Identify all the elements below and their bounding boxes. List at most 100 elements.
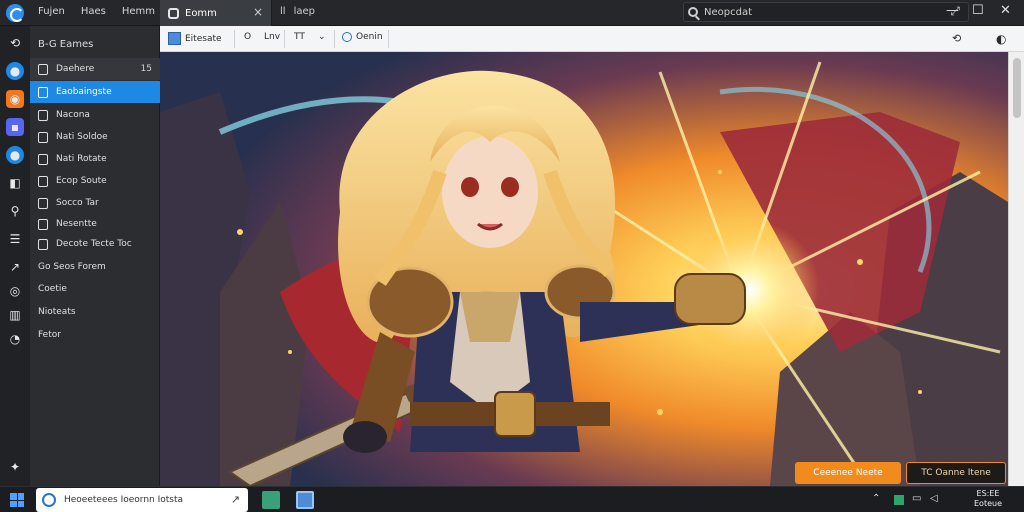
chat-icon[interactable]: ▪	[6, 118, 24, 136]
close-window-button[interactable]: ✕	[1000, 3, 1011, 18]
sync-icon[interactable]: ●	[6, 146, 24, 164]
taskbar-search-input[interactable]: Heoeeteees Ioeornn Iotsta ↗	[36, 488, 248, 512]
search-rail-icon[interactable]: ⚲	[6, 202, 24, 220]
browser-icon[interactable]: ●	[6, 62, 24, 80]
cortana-icon	[42, 493, 56, 507]
volume-icon[interactable]: ◁	[930, 493, 938, 504]
toolbar-button[interactable]: O	[244, 32, 251, 42]
tab-label: Eomm	[185, 7, 217, 19]
secondary-action-button[interactable]: TC Oanne Itene	[906, 462, 1006, 484]
taskbar-app-icon[interactable]	[262, 491, 280, 509]
globe-icon	[342, 32, 352, 42]
palette-icon[interactable]: ◔	[6, 330, 24, 348]
toolbar-button[interactable]: Lnv	[264, 32, 280, 42]
toolbar-divider	[388, 30, 389, 48]
tab-active[interactable]: Eomm ×	[160, 0, 272, 26]
minimize-button[interactable]: —	[946, 3, 959, 18]
anime-warrior-illustration	[160, 52, 1008, 486]
refresh-icon[interactable]: ⟲	[952, 32, 961, 45]
toolbar-button[interactable]: Oenin	[342, 32, 383, 42]
sidebar-item-label: Decote Tecte Toc	[56, 239, 132, 249]
sidebar-item[interactable]: Nacona	[30, 104, 160, 126]
artwork-canvas	[160, 52, 1008, 486]
toolbar-divider	[234, 30, 235, 48]
menu-item[interactable]: Fujen	[38, 6, 65, 17]
tab-secondary[interactable]: ll laep	[280, 6, 315, 17]
file-icon	[38, 238, 48, 250]
app-logo-icon	[6, 4, 24, 22]
sidebar-item[interactable]: Socco Tar	[30, 192, 160, 214]
sidebar-item-selected[interactable]: Eaobaingste	[30, 81, 160, 103]
system-clock[interactable]: ES:EE Eoteue	[958, 489, 1018, 509]
home-icon[interactable]: ⟲	[6, 34, 24, 52]
library-icon[interactable]: ▥	[6, 306, 24, 324]
search-value: Neopcdat	[704, 6, 752, 18]
toolbar-button[interactable]: TT	[294, 32, 305, 42]
file-icon	[38, 218, 48, 230]
windows-start-icon[interactable]	[10, 493, 24, 507]
sidebar-item[interactable]: Daehere 15	[30, 58, 160, 80]
clock-time: ES:EE	[976, 489, 1000, 498]
image-icon	[168, 32, 181, 45]
folder-icon	[38, 63, 48, 75]
toolbar-button[interactable]: Eitesate	[168, 32, 222, 45]
brush-icon[interactable]: ↗	[6, 258, 24, 276]
menu-item[interactable]: Hemm	[122, 6, 155, 17]
compass-icon[interactable]: ◎	[6, 282, 24, 300]
sidebar-item-label: Nati Rotate	[56, 154, 107, 164]
sidebar-item[interactable]: Nati Soldoe	[30, 126, 160, 148]
tray-chevron-icon[interactable]: ⌃	[872, 493, 880, 504]
sidebar-item-label: Nati Soldoe	[56, 132, 108, 142]
toolbar-divider	[284, 30, 285, 48]
document-icon	[168, 7, 179, 19]
sidebar: B-G Eames Daehere 15 Eaobaingste Nacona …	[30, 26, 160, 486]
network-icon[interactable]: ▭	[912, 493, 921, 504]
sidebar-item[interactable]: Decote Tecte Toc	[30, 233, 160, 255]
primary-action-button[interactable]: Ceeenee Neete	[795, 462, 901, 484]
file-icon	[38, 109, 48, 121]
menu-item[interactable]: Haes	[81, 6, 106, 17]
sidebar-item-label: Eaobaingste	[56, 87, 112, 97]
sidebar-link[interactable]: Go Seos Forem	[38, 262, 106, 272]
icon-rail: ⟲ ● ◉ ▪ ● ◧ ⚲ ☰ ↗ ◎ ▥ ◔ ✦	[0, 26, 30, 486]
sidebar-link[interactable]: Fetor	[38, 330, 61, 340]
vertical-scrollbar[interactable]	[1008, 52, 1024, 486]
sidebar-item[interactable]: Nati Rotate	[30, 148, 160, 170]
toolbar: Eitesate O Lnv TT ⌄ Oenin ⟲ ◐	[160, 26, 1024, 52]
file-icon	[38, 197, 48, 209]
list-icon[interactable]: ☰	[6, 230, 24, 248]
sidebar-link[interactable]: Nioteats	[38, 307, 76, 317]
layers-icon[interactable]: ◧	[6, 174, 24, 192]
scrollbar-thumb[interactable]	[1013, 58, 1021, 118]
sidebar-item-label: Socco Tar	[56, 198, 99, 208]
taskbar: Heoeeteees Ioeornn Iotsta ↗ ⌃ ▭ ◁ ES:EE …	[0, 486, 1024, 512]
title-bar: Fujen Haes Hemm Eomm × ll laep Neopcdat …	[0, 0, 1024, 26]
sidebar-item-label: Ecop Soute	[56, 176, 107, 186]
settings-icon[interactable]: ✦	[6, 458, 24, 476]
file-icon	[38, 153, 48, 165]
item-count: 15	[140, 64, 152, 74]
pinned-app-icon[interactable]: ◉	[6, 90, 24, 108]
profile-icon[interactable]: ◐	[996, 32, 1006, 46]
close-tab-icon[interactable]: ×	[253, 5, 263, 19]
search-input[interactable]: Neopcdat ⤢	[683, 2, 969, 22]
maximize-button[interactable]: ☐	[972, 3, 984, 18]
app-window: Fujen Haes Hemm Eomm × ll laep Neopcdat …	[0, 0, 1024, 486]
tray-app-icon[interactable]	[894, 495, 904, 505]
taskbar-app-icon-active[interactable]	[296, 491, 314, 509]
taskbar-search-value: Heoeeteees Ioeornn Iotsta	[64, 495, 184, 505]
toolbar-label: Eitesate	[185, 33, 222, 44]
sidebar-item-label: Nacona	[56, 110, 90, 120]
sidebar-item-label: Nesentte	[56, 219, 97, 229]
search-icon	[688, 7, 698, 17]
tab2-icon: ll	[280, 6, 286, 17]
file-icon	[38, 175, 48, 187]
sidebar-item-label: Daehere	[56, 64, 95, 74]
sidebar-item[interactable]: Ecop Soute	[30, 170, 160, 192]
sidebar-header: B-G Eames	[38, 39, 94, 50]
clock-date: Eoteue	[974, 499, 1002, 508]
sidebar-item[interactable]: Nesentte	[30, 213, 160, 235]
dropdown-chevron-icon[interactable]: ⌄	[318, 32, 326, 42]
tab2-label: laep	[293, 6, 315, 17]
sidebar-link[interactable]: Coetie	[38, 284, 67, 294]
